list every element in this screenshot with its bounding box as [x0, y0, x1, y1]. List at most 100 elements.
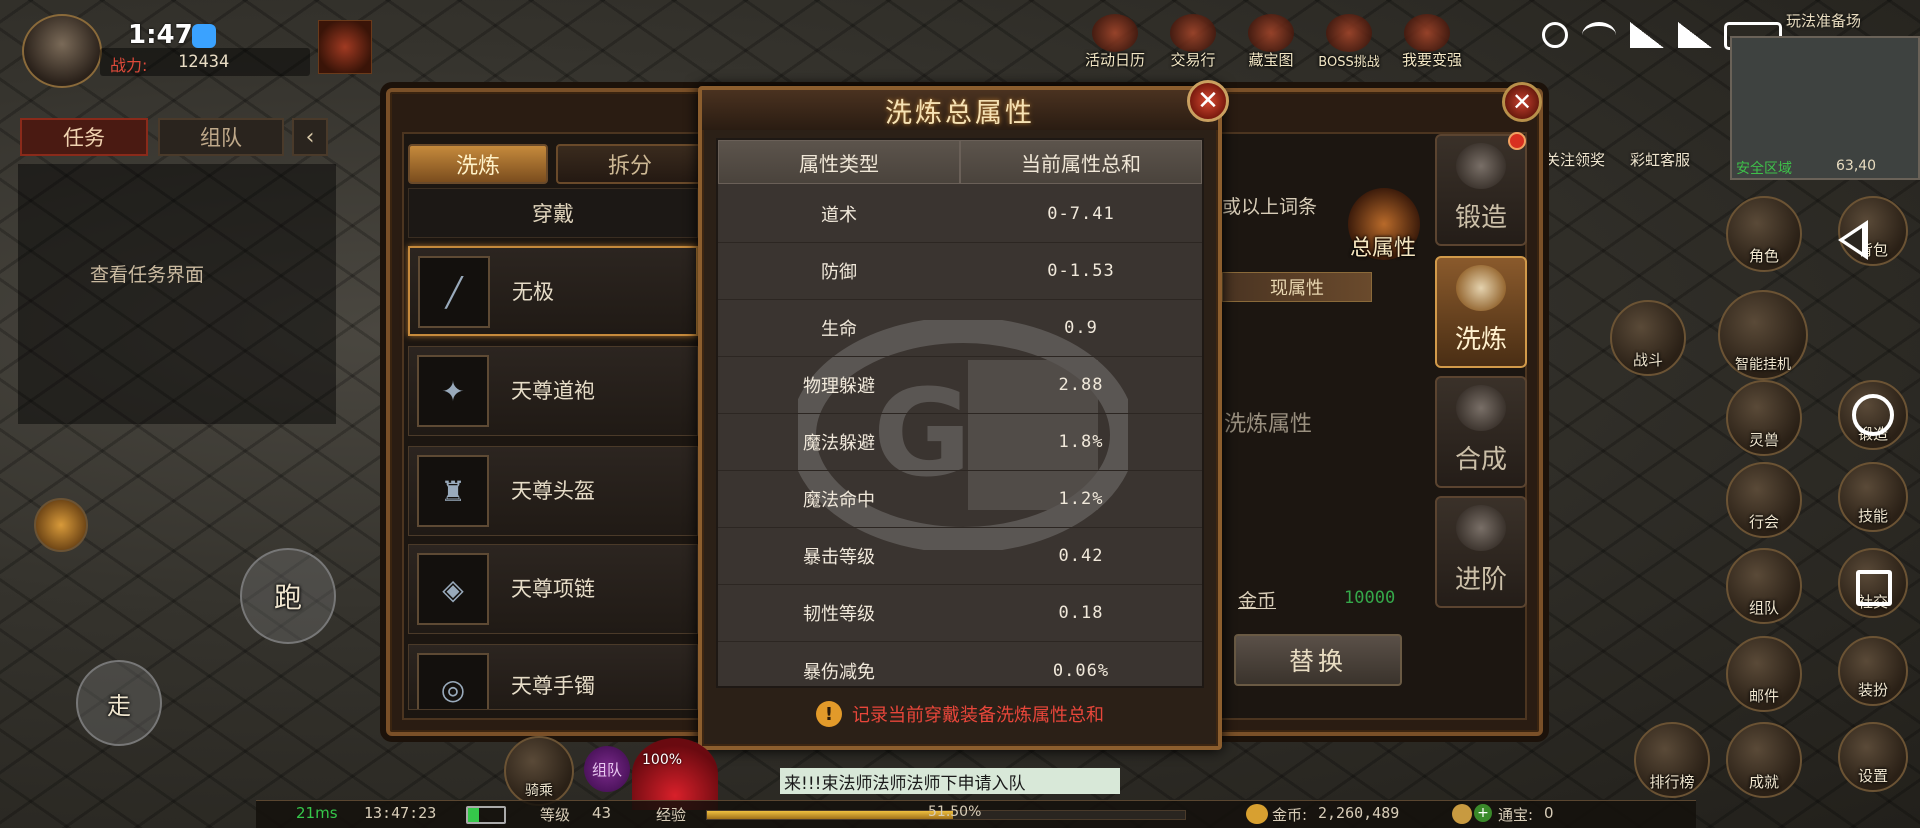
- equip-name: 天尊手镯: [511, 674, 595, 698]
- replace-button[interactable]: 替换: [1234, 634, 1402, 686]
- boss-challenge-icon[interactable]: BOSS挑战: [1314, 14, 1384, 70]
- attr-value: 0.42: [1058, 546, 1104, 566]
- clock-value: 13:47:23: [364, 804, 437, 822]
- equip-item[interactable]: ✦ 天尊道袍: [408, 346, 698, 436]
- walk-button[interactable]: 走: [76, 660, 162, 746]
- team-tab[interactable]: 组队: [158, 118, 284, 156]
- get-stronger-icon[interactable]: 我要变强: [1392, 14, 1472, 70]
- tab-split[interactable]: 拆分: [556, 144, 704, 184]
- exp-value: 51.50%: [928, 804, 982, 820]
- right-menu: 角色 背包 战斗 智能挂机 灵兽 锻造 行会 技能 组队 社交 邮件 装扮 排行…: [1610, 190, 1920, 800]
- current-attr-header: 现属性: [1222, 272, 1372, 302]
- team-button[interactable]: 组队: [584, 746, 630, 792]
- menu-team[interactable]: 组队: [1726, 548, 1802, 624]
- side-combine-button[interactable]: 合成: [1435, 376, 1527, 488]
- chat-line[interactable]: 来!!!束法师法师法师下申请入队: [780, 768, 1120, 794]
- player-avatar[interactable]: [22, 14, 102, 88]
- equip-item[interactable]: ♜ 天尊头盔: [408, 446, 698, 536]
- equip-item[interactable]: ◈ 天尊项链: [408, 544, 698, 634]
- minimap[interactable]: 玩法准备场 安全区域 63,40: [1730, 12, 1920, 180]
- menu-skill[interactable]: 技能: [1838, 462, 1908, 532]
- attr-value: 1.8%: [1058, 432, 1104, 452]
- exp-fill: [707, 811, 954, 819]
- attr-value: 0.9: [1064, 318, 1098, 338]
- task-panel[interactable]: [18, 164, 336, 424]
- attr-type: 魔法命中: [803, 490, 875, 511]
- menu-role[interactable]: 角色: [1726, 196, 1802, 272]
- bottom-gold-value: 2,260,489: [1318, 804, 1400, 822]
- tab-refine[interactable]: 洗炼: [408, 144, 548, 184]
- tongbao-value: 0: [1544, 804, 1554, 822]
- side-advance-button[interactable]: 进阶: [1435, 496, 1527, 608]
- trade-icon[interactable]: 交易行: [1158, 14, 1228, 70]
- attr-value: 0-1.53: [1047, 261, 1115, 281]
- level-label: 等级: [540, 806, 571, 824]
- table-row: 韧性等级 0.18: [718, 585, 1202, 642]
- modal-note: ! 记录当前穿戴装备洗炼属性总和: [716, 694, 1204, 734]
- menu-battle[interactable]: 战斗: [1610, 300, 1686, 376]
- menu-auto[interactable]: 智能挂机: [1718, 290, 1808, 380]
- menu-pet[interactable]: 灵兽: [1726, 380, 1802, 456]
- filter-text: 或以上词条: [1222, 196, 1318, 218]
- tongbao-plus-icon[interactable]: +: [1474, 804, 1492, 822]
- signal2-icon: [1678, 22, 1712, 48]
- table-row: 物理躲避 2.88: [718, 357, 1202, 414]
- staff-icon: ╱: [418, 256, 490, 328]
- menu-settings[interactable]: 设置: [1838, 722, 1908, 792]
- note-text: 记录当前穿戴装备洗炼属性总和: [852, 705, 1104, 726]
- menu-dress[interactable]: 装扮: [1838, 636, 1908, 706]
- run-button[interactable]: 跑: [240, 548, 336, 644]
- table-row: 生命 0.9: [718, 300, 1202, 357]
- equip-item[interactable]: ╱ 无极: [408, 246, 698, 336]
- panel-close-button[interactable]: ✕: [1502, 82, 1542, 122]
- attr-type: 韧性等级: [803, 604, 875, 625]
- modal-title: 洗炼总属性: [702, 90, 1218, 130]
- tongbao-icon: [1452, 804, 1472, 824]
- menu-mail[interactable]: 邮件: [1726, 636, 1802, 712]
- status-time: 1:47: [128, 20, 193, 50]
- necklace-icon: ◈: [417, 553, 489, 625]
- mount-button[interactable]: 骑乘: [504, 736, 574, 806]
- task-tab[interactable]: 任务: [20, 118, 148, 156]
- ping-value: 21ms: [296, 804, 338, 822]
- collapse-arrow-icon[interactable]: ‹: [292, 118, 328, 156]
- minimap-coords: 63,40: [1836, 158, 1877, 174]
- customer-service-icon[interactable]: 彩虹客服: [1620, 100, 1700, 170]
- table-row: 魔法躲避 1.8%: [718, 414, 1202, 471]
- task-hint: 查看任务界面: [90, 264, 205, 286]
- equip-item[interactable]: ◎ 天尊手镯: [408, 644, 698, 710]
- modal-close-button[interactable]: ✕: [1187, 80, 1229, 122]
- equip-dropdown[interactable]: 穿戴: [408, 188, 698, 238]
- power-value: 12434: [178, 52, 230, 72]
- chat-button[interactable]: [34, 498, 88, 552]
- table-row: 防御 0-1.53: [718, 243, 1202, 300]
- minimap-zone: 安全区域: [1736, 161, 1792, 177]
- buff-icon[interactable]: [318, 20, 372, 74]
- robe-icon: ✦: [417, 355, 489, 427]
- hp-percent: 100%: [642, 752, 683, 768]
- attr-type: 道术: [821, 205, 857, 226]
- attr-type: 暴伤减免: [803, 661, 875, 683]
- bracelet-icon: ◎: [417, 653, 489, 709]
- menu-rank[interactable]: 排行榜: [1634, 722, 1710, 798]
- nav-home-icon[interactable]: [1852, 394, 1894, 436]
- chat-bubble-icon: [192, 24, 216, 48]
- gold-label: 金币: [1238, 590, 1277, 612]
- total-attr-modal: 洗炼总属性 G 属性类型 当前属性总和 道术 0-7.41 防御 0-1.53 生命…: [698, 86, 1222, 750]
- activity-calendar-icon[interactable]: 活动日历: [1080, 14, 1150, 70]
- follow-reward-icon[interactable]: 关注领奖: [1540, 100, 1610, 170]
- side-forge-button[interactable]: 锻造: [1435, 134, 1527, 246]
- col-header-total: 当前属性总和: [960, 140, 1202, 184]
- side-refine-button[interactable]: 洗炼: [1435, 256, 1527, 368]
- attr-value: 1.2%: [1058, 489, 1104, 509]
- menu-guild[interactable]: 行会: [1726, 462, 1802, 538]
- attr-type: 防御: [821, 262, 857, 283]
- treasure-map-icon[interactable]: 藏宝图: [1236, 14, 1306, 70]
- menu-achievement[interactable]: 成就: [1726, 722, 1802, 798]
- total-attr-label[interactable]: 总属性: [1350, 230, 1416, 262]
- red-dot-badge: [1508, 132, 1526, 150]
- table-row: 暴伤减免 0.06%: [718, 642, 1202, 699]
- equip-name: 天尊道袍: [511, 379, 595, 403]
- table-row: 暴击等级 0.42: [718, 528, 1202, 585]
- nav-recent-icon[interactable]: [1856, 570, 1892, 606]
